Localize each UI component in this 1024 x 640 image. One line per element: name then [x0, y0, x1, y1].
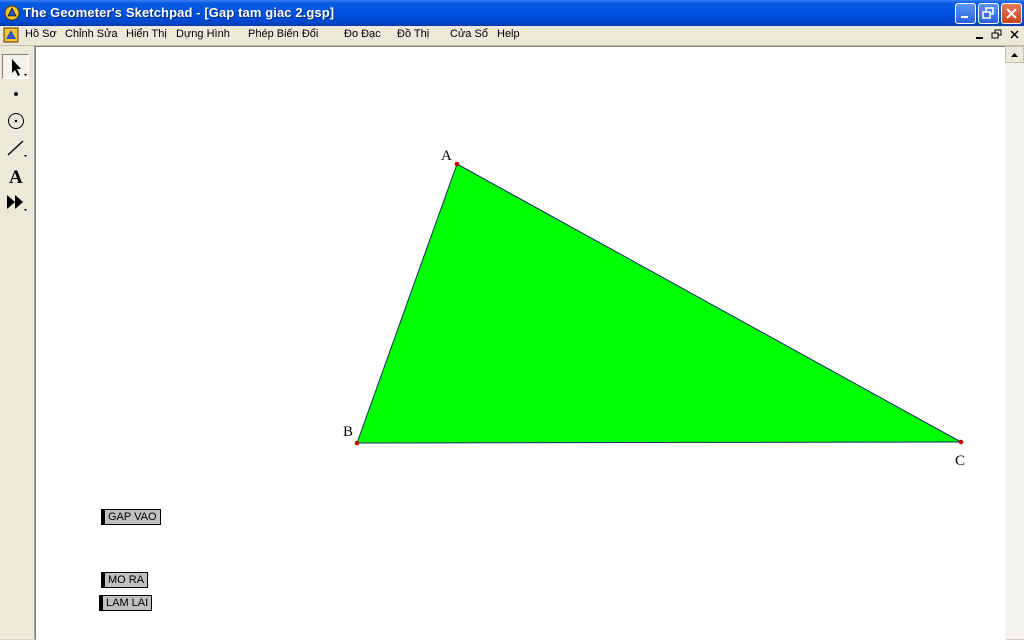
menu-hien-thi[interactable]: Hiển Thị [126, 28, 167, 40]
doc-close-icon[interactable] [1008, 29, 1022, 41]
menu-do-thi[interactable]: Đồ Thị [397, 28, 429, 40]
vertical-scrollbar[interactable] [1005, 46, 1024, 639]
lam-lai-button[interactable]: LAM LAI [99, 595, 153, 611]
point-b-label[interactable]: B [343, 424, 353, 440]
point-c-label[interactable]: C [955, 453, 965, 469]
circle-icon [8, 113, 24, 129]
text-a-icon: A [9, 167, 23, 188]
title-bar: The Geometer's Sketchpad - [Gap tam giac… [0, 0, 1024, 26]
scroll-up-arrow-icon [1011, 53, 1018, 57]
close-icon [1006, 8, 1017, 19]
menu-bar: Hồ Sơ Chỉnh Sửa Hiển Thị Dựng Hình Phép … [0, 26, 1024, 46]
minimize-icon [961, 16, 968, 18]
menu-cua-so[interactable]: Cửa Sổ [450, 28, 488, 40]
mo-ra-button[interactable]: MO RA [101, 572, 149, 588]
triangle-abc-interior[interactable] [357, 164, 961, 443]
sketch-drawing: A B C [343, 148, 965, 469]
window-title: The Geometer's Sketchpad - [Gap tam giac… [23, 5, 335, 20]
point-a-label[interactable]: A [441, 148, 452, 164]
segment-icon [7, 140, 27, 157]
document-icon[interactable] [3, 27, 19, 43]
svg-text:A: A [9, 167, 23, 188]
menu-help[interactable]: Help [497, 28, 520, 40]
point-tool[interactable] [2, 81, 29, 106]
restore-button[interactable] [978, 3, 999, 24]
sketchpad-app-icon[interactable] [4, 5, 20, 21]
selection-arrow-tool[interactable] [2, 54, 29, 79]
close-button[interactable] [1001, 3, 1022, 24]
point-a[interactable] [454, 161, 460, 167]
menu-do-dac[interactable]: Đo Đạc [344, 28, 381, 40]
straightedge-tool[interactable] [2, 135, 29, 160]
toolbox: A [0, 46, 35, 639]
arrow-icon [12, 59, 27, 76]
custom-tool[interactable] [2, 189, 29, 214]
custom-tool-icon [7, 195, 27, 211]
doc-restore-icon[interactable] [990, 29, 1004, 41]
doc-minimize-icon[interactable] [973, 29, 987, 41]
menu-chinh-sua[interactable]: Chỉnh Sửa [65, 28, 118, 40]
menu-dung-hinh[interactable]: Dựng Hình [176, 28, 230, 40]
scroll-up-button[interactable] [1005, 46, 1024, 63]
compass-tool[interactable] [2, 108, 29, 133]
minimize-button[interactable] [955, 3, 976, 24]
menu-phep-bien-doi[interactable]: Phép Biến Đổi [248, 28, 318, 40]
point-icon [14, 92, 18, 96]
text-tool[interactable]: A [2, 162, 29, 188]
point-b[interactable] [354, 440, 360, 446]
sketch-canvas[interactable]: A B C [35, 46, 1006, 640]
restore-icon [982, 7, 994, 19]
menu-ho-so[interactable]: Hồ Sơ [25, 28, 57, 40]
gap-vao-button[interactable]: GAP VAO [101, 509, 161, 525]
point-c[interactable] [958, 439, 964, 445]
